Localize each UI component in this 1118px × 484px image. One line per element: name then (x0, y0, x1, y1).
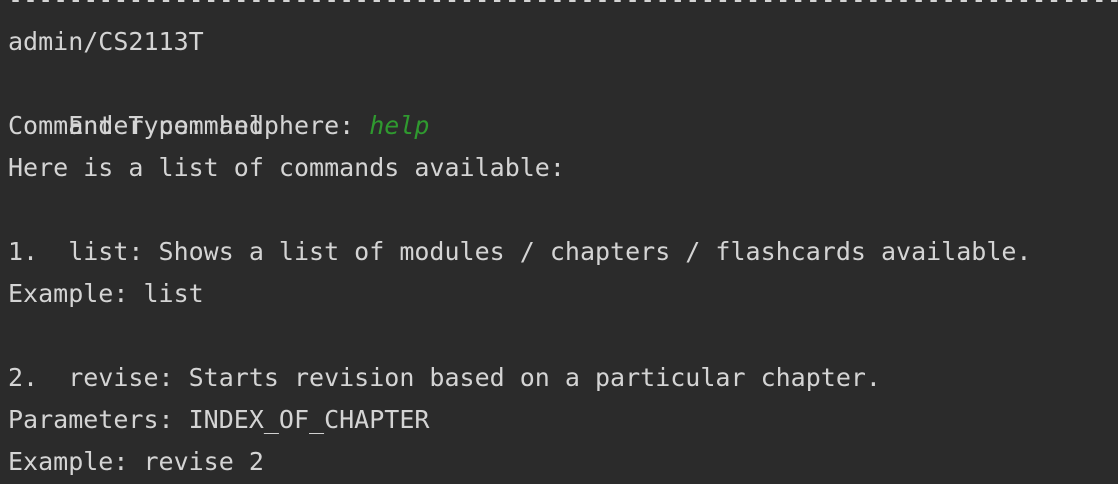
command-parameters: Parameters: INDEX_OF_CHAPTER (8, 405, 430, 434)
command-list-item: 1. list: Shows a list of modules / chapt… (8, 237, 1032, 266)
console-output[interactable]: ----------------------------------------… (0, 0, 1118, 484)
command-example: Example: list (8, 279, 204, 308)
command-list-item: 2. revise: Starts revision based on a pa… (8, 363, 881, 392)
command-prompt-line: Enter command here: help (8, 63, 429, 140)
separator-line: ----------------------------------------… (8, 0, 1118, 10)
entered-command[interactable]: help (369, 111, 429, 140)
command-type-line: Command Type: help (8, 111, 279, 140)
command-example: Example: revise 2 (8, 447, 264, 476)
current-path: admin/CS2113T (8, 27, 204, 56)
help-intro-line: Here is a list of commands available: (8, 153, 565, 182)
